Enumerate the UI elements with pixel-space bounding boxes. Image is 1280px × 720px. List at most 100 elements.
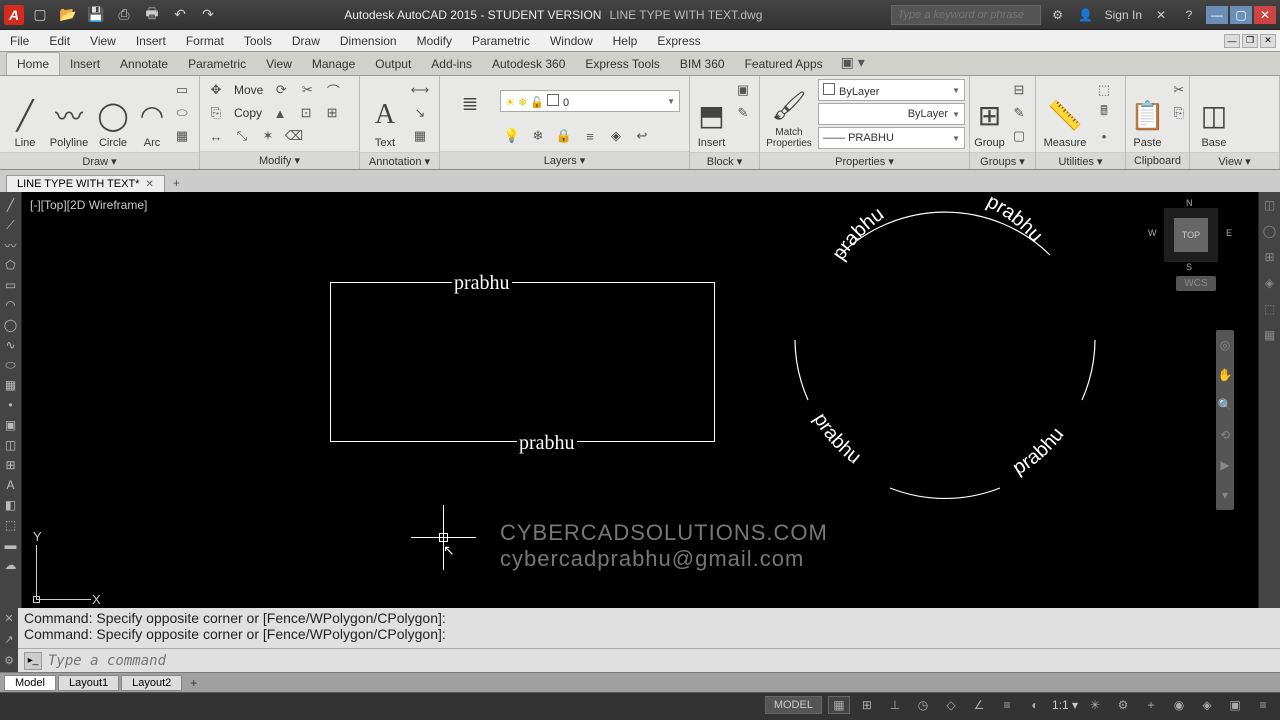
signin-icon[interactable]: 👤: [1077, 6, 1095, 24]
exchange-icon[interactable]: ✕: [1152, 6, 1170, 24]
menu-express[interactable]: Express: [647, 30, 710, 51]
nav-orbit-icon[interactable]: ⟲: [1216, 420, 1234, 450]
move-button[interactable]: Move: [230, 79, 267, 101]
infocenter-icon[interactable]: ⚙: [1049, 6, 1067, 24]
stretch-icon[interactable]: ↔: [204, 125, 228, 147]
copy-button[interactable]: Copy: [230, 102, 266, 124]
plot-icon[interactable]: 🖶: [144, 7, 160, 23]
menu-dimension[interactable]: Dimension: [330, 30, 407, 51]
transparency-toggle-icon[interactable]: ◐: [1024, 696, 1046, 714]
menu-insert[interactable]: Insert: [126, 30, 176, 51]
linetype-dropdown[interactable]: —— PRABHU▼: [818, 127, 965, 149]
dimension-icon[interactable]: ⟷: [408, 79, 432, 101]
tab-featured[interactable]: Featured Apps: [735, 53, 833, 75]
tool-rect-icon[interactable]: ▭: [0, 276, 21, 294]
tab-addins[interactable]: Add-ins: [421, 53, 482, 75]
nav-pan-icon[interactable]: ✋: [1216, 360, 1234, 390]
paste-button[interactable]: 📋Paste: [1130, 79, 1165, 149]
tool-ellipse-icon[interactable]: ⬭: [0, 356, 21, 374]
copy-icon[interactable]: ⎘: [204, 102, 228, 124]
nav-showmotion-icon[interactable]: ▶: [1216, 450, 1234, 480]
circle-object[interactable]: prabhu prabhu prabhu prabhu: [780, 192, 1110, 510]
tool-arc-icon[interactable]: ◠: [0, 296, 21, 314]
annotation-monitor-icon[interactable]: +: [1140, 696, 1162, 714]
tab-home[interactable]: Home: [6, 52, 60, 75]
close-tab-icon[interactable]: ✕: [145, 179, 153, 190]
rtool-1-icon[interactable]: ◫: [1259, 196, 1280, 214]
menu-draw[interactable]: Draw: [282, 30, 330, 51]
tool-block-icon[interactable]: ▣: [0, 416, 21, 434]
offset-icon[interactable]: ⊡: [294, 102, 318, 124]
rectangle-object[interactable]: [330, 282, 715, 442]
ucs-icon[interactable]: X Y: [36, 530, 106, 600]
tab-manage[interactable]: Manage: [302, 53, 365, 75]
panel-properties-title[interactable]: Properties ▾: [760, 152, 969, 169]
new-icon[interactable]: ▢: [32, 7, 48, 23]
tool-polygon-icon[interactable]: ⬠: [0, 256, 21, 274]
layer-match-icon[interactable]: ≡: [578, 125, 602, 147]
color-dropdown[interactable]: ByLayer▼: [818, 79, 965, 101]
tool-circle-icon[interactable]: ◯: [0, 316, 21, 334]
workspace-toggle-icon[interactable]: ⚙: [1112, 696, 1134, 714]
panel-clipboard-title[interactable]: Clipboard: [1126, 152, 1189, 169]
tool-revcloud-icon[interactable]: ☁: [0, 556, 21, 574]
help-icon[interactable]: ?: [1180, 6, 1198, 24]
tab-express[interactable]: Express Tools: [575, 53, 669, 75]
osnap-toggle-icon[interactable]: ◇: [940, 696, 962, 714]
point-icon[interactable]: •: [1092, 125, 1116, 147]
tool-point-icon[interactable]: •: [0, 396, 21, 414]
tool-region-icon[interactable]: ◫: [0, 436, 21, 454]
panel-modify-title[interactable]: Modify ▾: [200, 151, 359, 169]
tool-gradient-icon[interactable]: ◧: [0, 496, 21, 514]
mirror-icon[interactable]: ▲: [268, 102, 292, 124]
hatch-icon[interactable]: ▦: [170, 125, 194, 147]
rtool-6-icon[interactable]: ▦: [1259, 326, 1280, 344]
menu-modify[interactable]: Modify: [407, 30, 462, 51]
scale-icon[interactable]: ⤡: [230, 125, 254, 147]
table-icon[interactable]: ▦: [408, 125, 432, 147]
model-space-badge[interactable]: MODEL: [765, 696, 822, 714]
redo-icon[interactable]: ↷: [200, 7, 216, 23]
tool-xline-icon[interactable]: ⟋: [0, 216, 21, 234]
app-logo[interactable]: A: [4, 5, 24, 25]
viewcube-s[interactable]: S: [1186, 262, 1192, 272]
arc-button[interactable]: ◠Arc: [136, 79, 168, 149]
annotation-scale[interactable]: 1:1 ▾: [1052, 698, 1078, 712]
cmd-close-icon[interactable]: ✕: [0, 608, 18, 629]
isolate-objects-icon[interactable]: ◈: [1196, 696, 1218, 714]
clean-screen-icon[interactable]: ▣: [1224, 696, 1246, 714]
minimize-button[interactable]: —: [1206, 6, 1228, 24]
tab-a360[interactable]: Autodesk 360: [482, 53, 575, 75]
rotate-icon[interactable]: ⟳: [269, 79, 293, 101]
command-input[interactable]: [48, 653, 1274, 669]
circle-button[interactable]: ◯Circle: [92, 79, 134, 149]
rtool-3-icon[interactable]: ⊞: [1259, 248, 1280, 266]
help-search-input[interactable]: [891, 5, 1041, 25]
cmd-options-icon[interactable]: ⚙: [0, 650, 18, 671]
fillet-icon[interactable]: ⌒: [321, 79, 345, 101]
tab-annotate[interactable]: Annotate: [110, 53, 178, 75]
viewcube-w[interactable]: W: [1148, 228, 1157, 238]
rectangle-icon[interactable]: ▭: [170, 79, 194, 101]
array-icon[interactable]: ⊞: [320, 102, 344, 124]
tab-parametric[interactable]: Parametric: [178, 53, 256, 75]
signin-label[interactable]: Sign In: [1105, 8, 1142, 22]
tool-hatch-icon[interactable]: ▦: [0, 376, 21, 394]
doc-minimize-button[interactable]: —: [1224, 34, 1240, 48]
doc-close-button[interactable]: ✕: [1260, 34, 1276, 48]
select-icon[interactable]: ⬚: [1092, 79, 1116, 101]
menu-parametric[interactable]: Parametric: [462, 30, 540, 51]
viewcube-n[interactable]: N: [1186, 198, 1193, 208]
polar-toggle-icon[interactable]: ◷: [912, 696, 934, 714]
hardware-accel-icon[interactable]: ◉: [1168, 696, 1190, 714]
otrack-toggle-icon[interactable]: ∠: [968, 696, 990, 714]
doc-restore-button[interactable]: ❐: [1242, 34, 1258, 48]
wcs-label[interactable]: WCS: [1176, 276, 1216, 291]
erase-icon[interactable]: ⌫: [282, 125, 306, 147]
copy-clip-icon[interactable]: ⎘: [1167, 102, 1191, 124]
layout-tab-model[interactable]: Model: [4, 675, 56, 691]
tool-mtext-icon[interactable]: A: [0, 476, 21, 494]
viewcube-top[interactable]: TOP: [1174, 218, 1208, 252]
layer-iso-icon[interactable]: ◈: [604, 125, 628, 147]
viewcube-e[interactable]: E: [1226, 228, 1232, 238]
